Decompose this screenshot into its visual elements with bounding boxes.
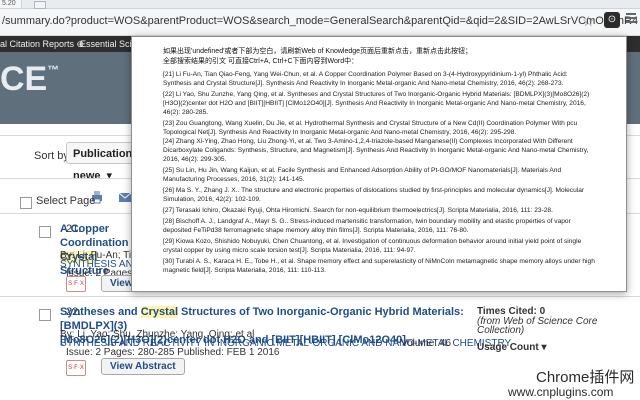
url-text[interactable]: /summary.do?product=WOS&parentProduct=WO… bbox=[2, 15, 638, 27]
citation-line[interactable]: 2016, 46(2): 299-305. bbox=[163, 155, 226, 164]
sfx-icon[interactable]: S·F·X bbox=[66, 360, 86, 376]
extension-icon[interactable]: ⊙ bbox=[604, 12, 620, 28]
divider bbox=[0, 296, 640, 297]
record-issue-pages: Issue: 2 Pages: 280-285 Published: FEB 1… bbox=[66, 347, 280, 358]
citation-line[interactable]: [28] Bischoff A. J., Landgraf A., Mayr S… bbox=[163, 217, 571, 226]
citation-line[interactable]: Synthesis and Crystal Structure[J]. Synt… bbox=[163, 79, 563, 88]
citation-line[interactable]: Manufacturing Processes, 2016, 31(2): 14… bbox=[163, 175, 304, 184]
citation-line[interactable]: [30] Turabi A. S., Karaca H. E., Tobe H.… bbox=[163, 257, 595, 266]
wos-logo[interactable]: CE™ bbox=[0, 60, 59, 99]
chevron-down-icon: ▾ bbox=[106, 170, 113, 182]
usage-count-dropdown[interactable]: Usage Count ▾ bbox=[477, 342, 546, 353]
new-tab-button[interactable] bbox=[34, 1, 46, 9]
citation-line[interactable]: magnetic field[J]. Scripta Materialia, 2… bbox=[163, 266, 326, 275]
citation-line[interactable]: [26] Ma S. Y., Zhang J. X.. The structur… bbox=[163, 186, 584, 195]
popup-note: 如果出现'undefined'或者下部为空白，请刷新Web of Knowled… bbox=[163, 48, 473, 55]
select-page-label: Select Page bbox=[36, 195, 96, 207]
record-checkbox[interactable] bbox=[39, 309, 51, 321]
browser-menu-icon[interactable] bbox=[626, 13, 636, 25]
citation-line[interactable]: [27] Terasaki Ichiro, Okazaki Ryuji, Oht… bbox=[163, 206, 553, 215]
browser-tab[interactable]: 5.20 bbox=[0, 0, 22, 8]
select-page-checkbox[interactable] bbox=[20, 197, 32, 209]
citation-line[interactable]: crystal copper by using micro scale tors… bbox=[163, 246, 416, 255]
citation-line[interactable]: [22] Li Yao, Shu Zunzhe, Yang Qing, et a… bbox=[163, 90, 589, 99]
citation-line[interactable]: [21] Li Fu-An, Tian Qiao-Feng, Yang Wei-… bbox=[163, 70, 568, 79]
citation-line[interactable]: [24] Zhang Xi-Ying, Zhao Hong, Liu Zhong… bbox=[163, 137, 573, 146]
star-icon[interactable]: ☆ bbox=[582, 13, 595, 30]
popup-note: 全部搜索结果的引文 可直接Ctrl+A, Ctrl+C下面内容到Word中： bbox=[163, 58, 359, 65]
browser-tabstrip: 5.20 bbox=[0, 0, 640, 9]
watermark-title: Chrome插件网 bbox=[536, 369, 635, 386]
citation-line[interactable]: Topological Net[J]. Synthesis And Reacti… bbox=[163, 128, 516, 137]
citation-line[interactable]: deposited FeTiPd38 ferromagnetic shape m… bbox=[163, 226, 469, 235]
sfx-icon[interactable]: S·F·X bbox=[66, 276, 86, 292]
citation-line[interactable]: [25] Su Lin, Hu Jin, Wang Kaijun, et al.… bbox=[163, 166, 561, 175]
collection-note: Collection) bbox=[477, 325, 525, 336]
citation-line[interactable]: Dicarboxylate Coligands: Synthesis, Stru… bbox=[163, 146, 588, 155]
citation-export-popup[interactable]: 如果出现'undefined'或者下部为空白，请刷新Web of Knowled… bbox=[131, 36, 627, 292]
citation-line[interactable]: [29] Kiowa Kozo, Shishido Nobuyuki, Chen… bbox=[163, 237, 581, 246]
citation-line[interactable]: [23] Zou Guangtong, Wang Xuelin, Du Jie,… bbox=[163, 119, 577, 128]
citation-line[interactable]: 46(2): 280-285. bbox=[163, 108, 208, 117]
watermark-url: www.cnplugins.com bbox=[508, 385, 614, 399]
record-checkbox[interactable] bbox=[39, 226, 51, 238]
view-abstract-button[interactable]: View Abstract bbox=[101, 358, 185, 375]
citation-line[interactable]: [H3O](2)center dot H2O and [BIIT][HBIIT]… bbox=[163, 99, 586, 108]
nav-citation-reports[interactable]: al Citation Reports ⊕ bbox=[0, 39, 84, 50]
record-volume: Volume: 46 bbox=[401, 338, 452, 349]
citation-line[interactable]: Simulation, 2016, 42(2): 102-109. bbox=[163, 195, 261, 204]
